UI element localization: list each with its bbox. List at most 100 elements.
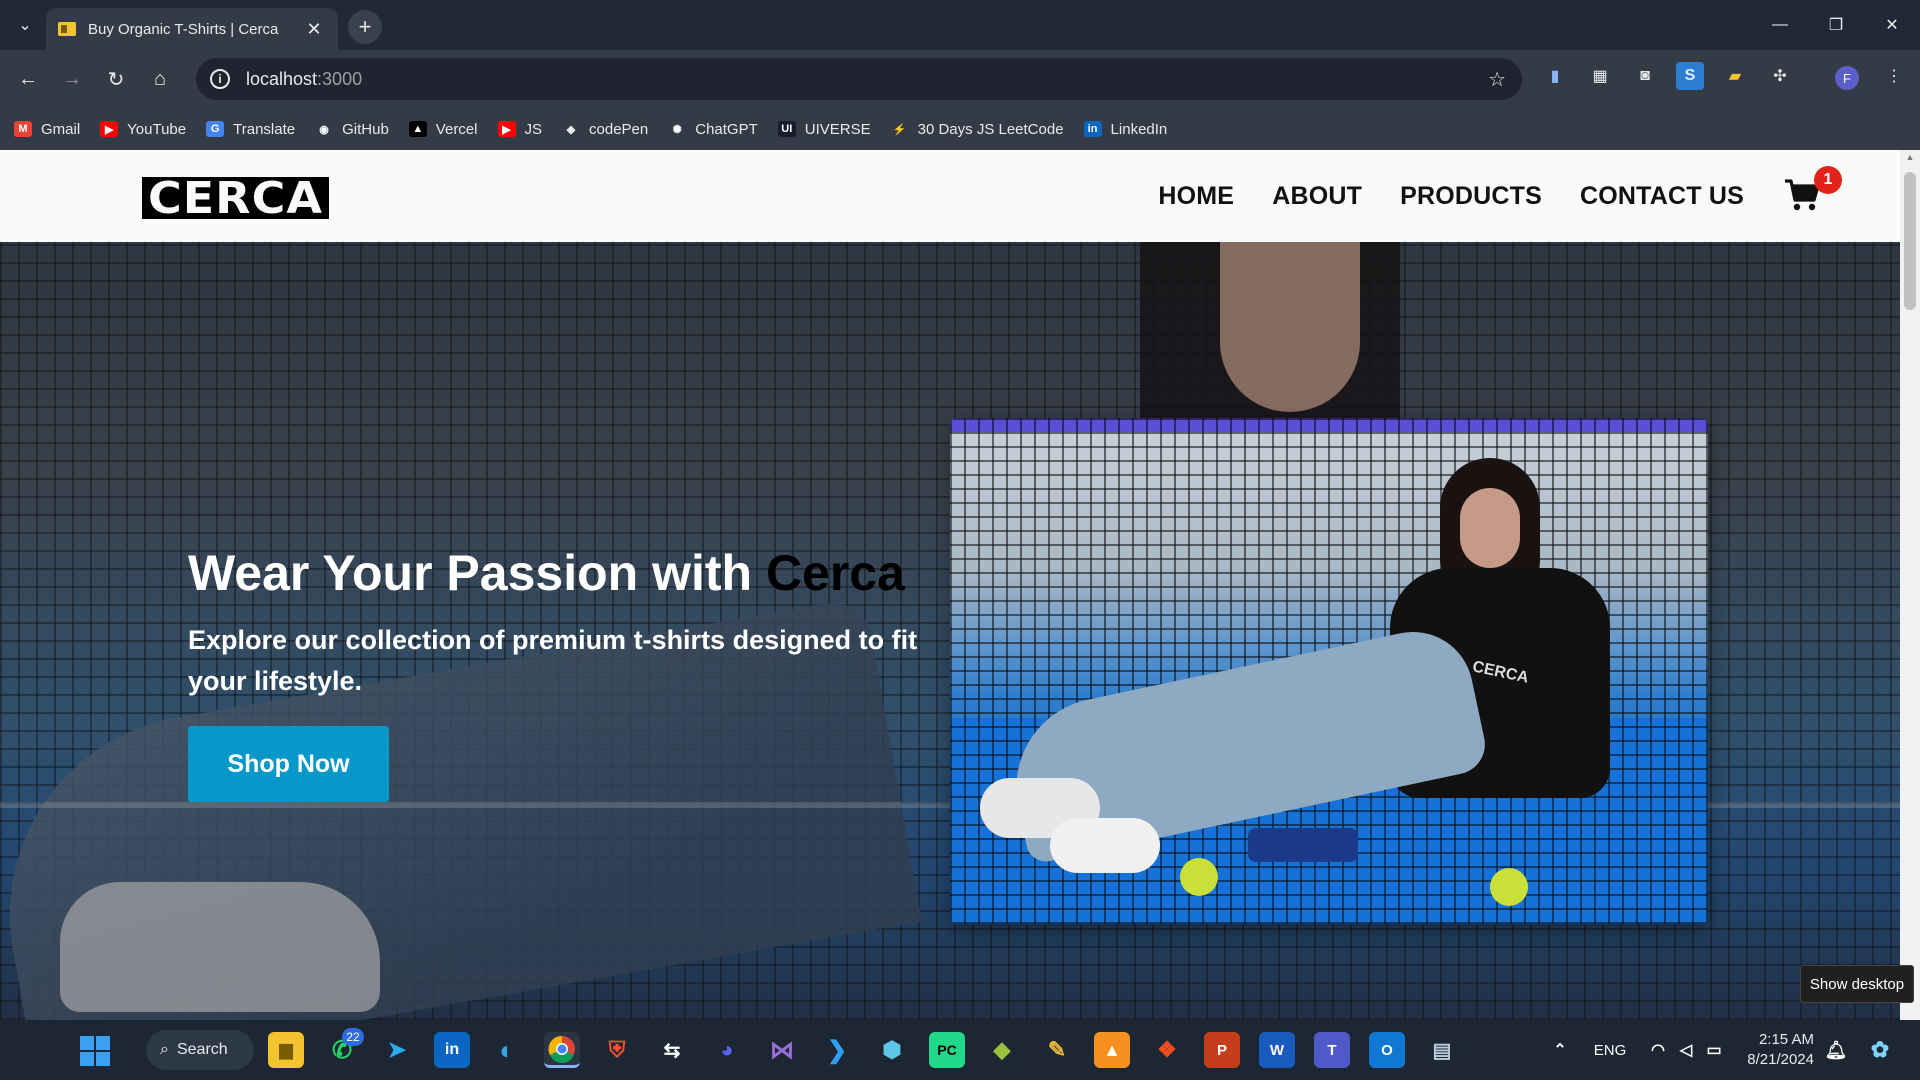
restore-icon[interactable]: ❐ [1808,0,1864,50]
file-explorer-icon[interactable]: ▆ [268,1032,304,1068]
bookmark-star-icon[interactable]: ☆ [1488,67,1506,92]
bookmark-label: Gmail [41,120,81,138]
brave-icon[interactable]: ⛨ [599,1032,635,1068]
tab-close-icon[interactable]: ✕ [302,19,326,40]
bookmark-label: codePen [589,120,649,138]
tab-search-chevron-icon[interactable]: ⌄ [0,0,50,50]
notification-bell-icon[interactable]: 🔔︎ [1818,1032,1854,1068]
outlook-icon[interactable]: O [1369,1032,1405,1068]
whatsapp-badge: 22 [342,1028,364,1046]
powerpoint-icon[interactable]: P [1204,1032,1240,1068]
taskbar-clock[interactable]: 2:15 AM 8/21/2024 [1742,1030,1814,1070]
bookmark-label: ChatGPT [695,120,758,138]
bookmark-translate[interactable]: G Translate [206,121,295,138]
home-icon[interactable]: ⌂ [138,57,182,101]
bookmark-youtube[interactable]: ▶ YouTube [100,121,186,138]
reload-icon[interactable]: ↻ [94,57,138,101]
visual-studio-icon[interactable]: ⋈ [764,1032,800,1068]
github-icon: ◉ [315,121,334,137]
clock-time: 2:15 AM [1758,1031,1814,1048]
chrome-icon[interactable] [544,1032,580,1068]
browser-tab-active[interactable]: Buy Organic T-Shirts | Cerca ✕ [46,8,338,50]
tray-chevron-up-icon[interactable]: ⌃ [1542,1032,1578,1068]
teams-icon[interactable]: T [1314,1032,1350,1068]
extension-camera-icon[interactable]: ◙ [1631,62,1659,90]
nav-home[interactable]: HOME [1158,182,1234,211]
cart-button[interactable]: 1 [1784,166,1842,214]
bookmark-linkedin[interactable]: in LinkedIn [1083,121,1167,138]
bookmark-codepen[interactable]: ◈ codePen [562,121,648,138]
paint-tools-icon[interactable]: ✎ [1039,1032,1075,1068]
youtube-icon: ▶ [100,121,119,137]
extension-s-icon[interactable]: S [1676,62,1704,90]
hero-title-brand: Cerca [765,545,905,601]
chatgpt-icon: ✺ [668,121,687,137]
extension-docs-icon[interactable]: ▮ [1541,62,1569,90]
discord-icon[interactable]: ◕ [709,1032,745,1068]
edge-icon[interactable]: ◐ [489,1032,525,1068]
bookmark-label: GitHub [342,120,389,138]
translate-icon: G [206,121,225,137]
battery-icon[interactable]: ▭ [1696,1032,1732,1068]
shop-now-button[interactable]: Shop Now [188,726,389,802]
hero-title: Wear Your Passion with Cerca [188,545,905,601]
nav-contact-us[interactable]: CONTACT US [1580,182,1744,211]
language-indicator[interactable]: ENG [1590,1032,1630,1068]
bookmark-label: JS [524,120,543,138]
minimize-icon[interactable]: — [1752,0,1808,50]
bookmark-30-days-js-leetcode[interactable]: ⚡ 30 Days JS LeetCode [890,121,1064,138]
leetcode-icon: ⚡ [890,121,909,137]
app-green-icon[interactable]: ◆ [984,1032,1020,1068]
bookmark-uiverse[interactable]: UI UIVERSE [777,121,871,138]
bookmark-gmail[interactable]: M Gmail [14,121,80,138]
bookmark-vercel[interactable]: ▲ Vercel [408,121,478,138]
back-icon[interactable]: ← [6,57,50,101]
figma-icon[interactable]: ❖ [1149,1032,1185,1068]
window-controls: — ❐ ✕ [1752,0,1920,50]
photo-model-face [1460,488,1520,568]
bookmark-chatgpt[interactable]: ✺ ChatGPT [668,121,758,138]
extension-qr-icon[interactable]: ▦ [1586,62,1614,90]
bookmark-js[interactable]: ▶ JS [497,120,543,138]
nav-about[interactable]: ABOUT [1272,182,1362,211]
scrollbar-thumb[interactable] [1904,172,1916,310]
bookmarks-bar: M Gmail ▶ YouTube G Translate ◉ GitHub ▲ Vercel ▶ J… [0,108,1920,150]
extension-folder-icon[interactable]: ▰ [1721,62,1749,90]
address-bar[interactable]: i localhost:3000 ☆ [196,58,1522,100]
page-scrollbar[interactable]: ▲ [1900,150,1920,1020]
site-header: CERCA HOME ABOUT PRODUCTS CONTACT US 1 [0,150,1900,242]
site-favicon-icon [58,22,76,36]
storage-app-icon[interactable]: ▤ [1424,1032,1460,1068]
show-desktop-tooltip: Show desktop [1800,965,1914,1003]
start-button[interactable] [80,1036,110,1066]
taskbar-search-label: Search [176,1041,228,1058]
tab-strip: ⌄ Buy Organic T-Shirts | Cerca ✕ + — ❐ ✕ [0,0,1920,50]
copilot-icon[interactable]: ✿ [1862,1032,1898,1068]
cerca-logo[interactable]: CERCA [142,175,329,221]
browser-menu-icon[interactable]: ⋮ [1880,62,1908,90]
cube-app-icon[interactable]: ⬢ [874,1032,910,1068]
site-info-icon[interactable]: i [210,69,230,89]
vscode-icon[interactable]: ❯ [819,1032,855,1068]
pycharm-icon[interactable]: PC [929,1032,965,1068]
teamviewer-icon[interactable]: ⇆ [654,1032,690,1068]
profile-avatar[interactable]: F [1835,66,1859,90]
hero-product-image: CERCA [950,418,1708,924]
main-nav: HOME ABOUT PRODUCTS CONTACT US 1 [1120,166,1842,214]
hero-subtitle: Explore our collection of premium t-shir… [188,625,918,696]
gmail-icon: M [14,121,32,137]
orange-app-icon[interactable]: ▲ [1094,1032,1130,1068]
tennis-ball [1490,868,1528,906]
scroll-up-icon[interactable]: ▲ [1900,152,1920,168]
codepen-icon: ◈ [562,121,581,137]
forward-icon[interactable]: → [50,57,94,101]
word-icon[interactable]: W [1259,1032,1295,1068]
taskbar-search[interactable]: ⌕ Search [146,1030,254,1070]
close-window-icon[interactable]: ✕ [1864,0,1920,50]
nav-products[interactable]: PRODUCTS [1400,182,1542,211]
bookmark-github[interactable]: ◉ GitHub [315,121,389,138]
telegram-icon[interactable]: ➤ [379,1032,415,1068]
extensions-puzzle-icon[interactable]: ✣ [1766,62,1794,90]
linkedin-app-icon[interactable]: in [434,1032,470,1068]
new-tab-button[interactable]: + [348,10,382,44]
